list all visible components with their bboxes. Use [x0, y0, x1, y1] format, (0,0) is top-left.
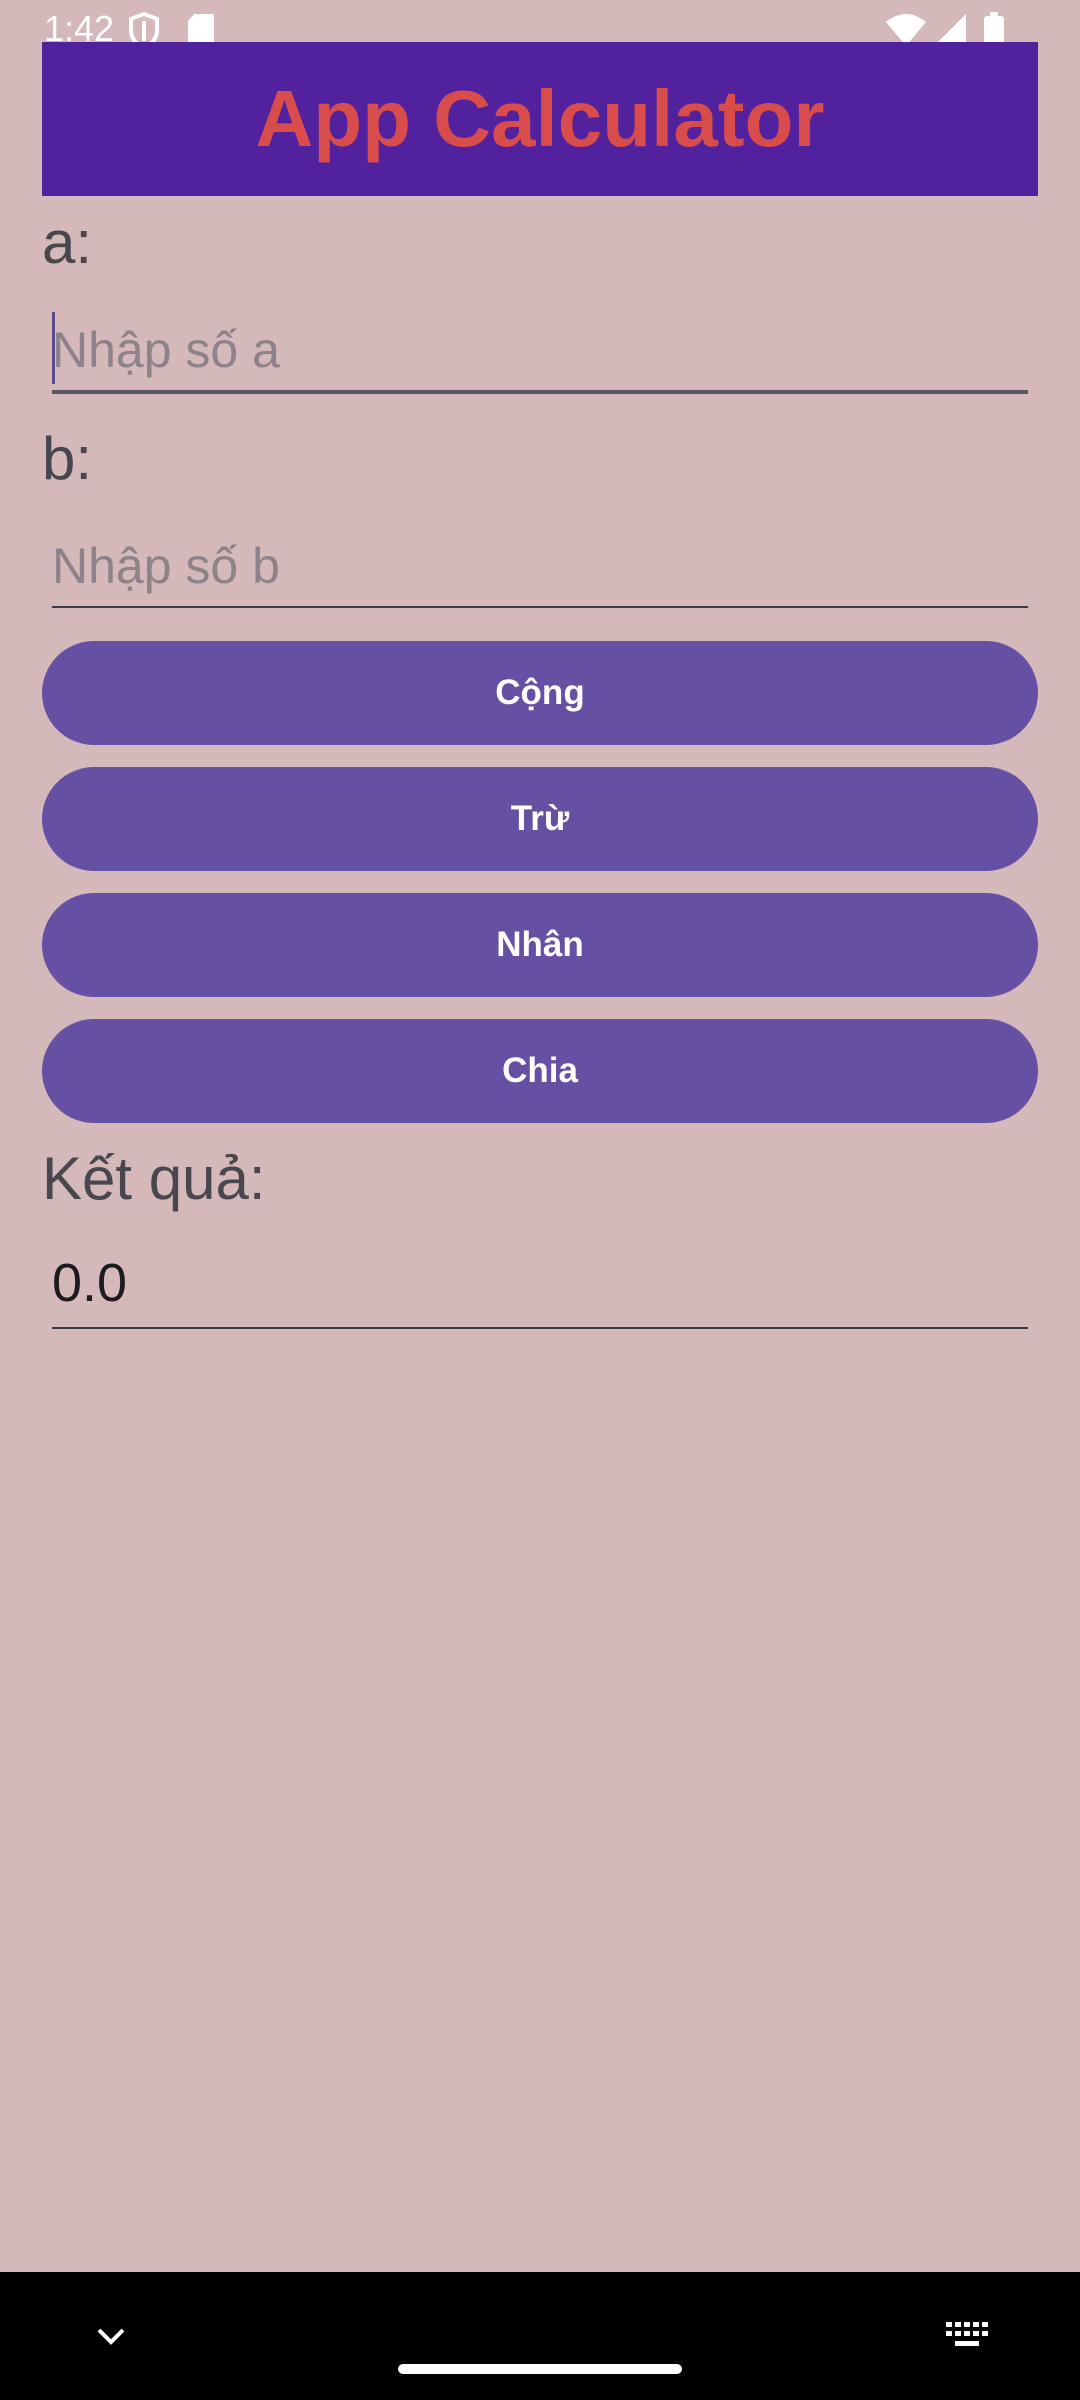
- input-a-underline: [52, 390, 1028, 394]
- chevron-down-icon[interactable]: [96, 2326, 126, 2350]
- input-b-underline: [52, 606, 1028, 608]
- system-nav-bar: [0, 2272, 1080, 2400]
- multiply-button[interactable]: Nhân: [42, 893, 1038, 997]
- result-label: Kết quả:: [42, 1145, 266, 1212]
- divide-button[interactable]: Chia: [42, 1019, 1038, 1123]
- label-b: b:: [42, 425, 93, 492]
- keyboard-icon[interactable]: [946, 2322, 990, 2352]
- add-button[interactable]: Cộng: [42, 641, 1038, 745]
- input-b[interactable]: [52, 524, 1028, 608]
- result-value: 0.0: [52, 1253, 128, 1313]
- app-title-bar: App Calculator: [42, 42, 1038, 196]
- subtract-button[interactable]: Trừ: [42, 767, 1038, 871]
- result-underline: [52, 1327, 1028, 1329]
- label-a: a:: [42, 209, 93, 276]
- input-a[interactable]: [52, 308, 1028, 392]
- text-cursor: [52, 312, 55, 384]
- home-gesture-handle[interactable]: [398, 2364, 682, 2374]
- app-title: App Calculator: [255, 74, 825, 163]
